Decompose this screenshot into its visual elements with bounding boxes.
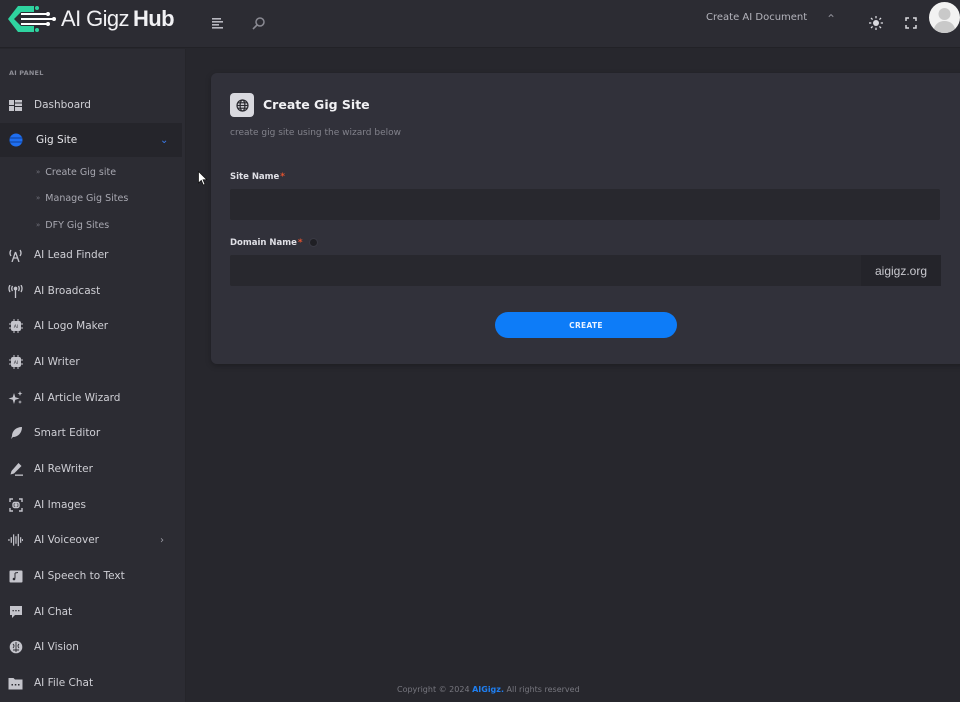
sidebar-item-dashboard[interactable]: Dashboard	[0, 88, 185, 122]
svg-text:AI: AI	[13, 324, 17, 330]
globe-icon	[8, 133, 23, 148]
sun-icon[interactable]	[865, 12, 887, 34]
sidebar-subitem-manage-gig-sites[interactable]: » Manage Gig Sites	[36, 188, 128, 208]
sparkles-icon	[8, 391, 23, 406]
sidebar-item-ai-chat[interactable]: AI Chat	[0, 595, 185, 629]
fullscreen-icon[interactable]	[900, 12, 922, 34]
menu-lines-icon[interactable]	[207, 12, 229, 34]
bullet-icon: »	[36, 194, 41, 202]
required-marker: *	[280, 172, 286, 182]
pencil-icon	[8, 462, 23, 477]
sidebar-item-label: AI Broadcast	[34, 285, 101, 297]
sidebar-item-ai-voiceover[interactable]: AI Voiceover ›	[0, 523, 185, 557]
sidebar-item-label: AI Article Wizard	[34, 392, 121, 404]
footer-copyright: Copyright © 2024 AIGigz. All rights rese…	[397, 685, 580, 694]
sidebar-item-label: AI Chat	[34, 606, 73, 618]
broadcast-icon	[8, 284, 23, 299]
chevron-down-icon: ⌄	[160, 134, 169, 146]
sidebar-item-label: AI Speech to Text	[34, 570, 125, 582]
image-scan-icon	[8, 498, 23, 513]
create-gig-site-card: Create Gig Site create gig site using th…	[211, 73, 960, 364]
ai-chip-icon: AI	[8, 355, 23, 370]
brand-suffix: Hub	[132, 6, 175, 31]
top-header: AI Gigz Hub Create AI Document ⌃	[0, 0, 960, 48]
footer-brand-link[interactable]: AIGigz.	[472, 685, 504, 694]
sidebar-item-ai-speech-to-text[interactable]: AI Speech to Text	[0, 559, 185, 593]
globe-icon	[230, 93, 254, 117]
required-marker: *	[297, 238, 303, 248]
subitem-label: DFY Gig Sites	[45, 219, 110, 231]
footer-prefix: Copyright © 2024	[397, 685, 473, 694]
sidebar-item-ai-broadcast[interactable]: AI Broadcast	[0, 274, 185, 308]
user-silhouette-icon	[933, 8, 956, 33]
site-name-input[interactable]	[230, 189, 940, 220]
sidebar-item-gig-site[interactable]: Gig Site ⌄	[0, 123, 182, 157]
sidebar-item-label: AI Images	[34, 499, 86, 511]
sidebar-item-ai-vision[interactable]: AI Vision	[0, 630, 185, 664]
info-icon[interactable]	[308, 238, 318, 247]
user-avatar[interactable]	[929, 2, 960, 33]
sidebar-item-label: AI Vision	[34, 641, 79, 653]
site-name-label-text: Site Name	[230, 172, 280, 182]
card-subtitle: create gig site using the wizard below	[230, 128, 401, 138]
folder-chat-icon	[8, 676, 23, 691]
chevron-right-icon: ›	[160, 534, 164, 546]
sidebar-item-ai-file-chat[interactable]: AI File Chat	[0, 666, 185, 700]
bullet-icon: »	[36, 221, 41, 229]
create-ai-document-button[interactable]: Create AI Document	[706, 12, 807, 23]
create-button[interactable]: CREATE	[495, 312, 677, 338]
sidebar-item-ai-logo-maker[interactable]: AI AI Logo Maker	[0, 309, 185, 343]
sidebar-item-label: AI Writer	[34, 356, 80, 368]
domain-suffix: aigigz.org	[861, 255, 941, 286]
panel-label: AI PANEL	[9, 69, 44, 77]
dashboard-icon	[8, 98, 23, 113]
brain-icon	[8, 640, 23, 655]
card-title: Create Gig Site	[263, 97, 370, 112]
brand-prefix: AI Gigz	[61, 6, 130, 31]
sidebar-item-label: Gig Site	[36, 134, 78, 146]
subitem-label: Create Gig site	[45, 166, 117, 178]
sidebar-item-label: Smart Editor	[34, 427, 101, 439]
feather-icon	[8, 426, 23, 441]
svg-text:AI: AI	[13, 360, 17, 366]
sidebar: AI PANEL Dashboard Gig Site ⌄ » Create Gi…	[0, 49, 186, 702]
brand-name: AI Gigz Hub	[61, 6, 175, 32]
audio-file-icon	[8, 569, 23, 584]
sidebar-item-label: AI Lead Finder	[34, 249, 109, 261]
antenna-icon	[8, 248, 23, 263]
sidebar-item-label: AI Logo Maker	[34, 320, 109, 332]
sidebar-subitem-create-gig-site[interactable]: » Create Gig site	[36, 162, 116, 182]
brand-logo[interactable]: AI Gigz Hub	[4, 3, 175, 35]
domain-name-label-text: Domain Name	[230, 238, 297, 248]
chevron-up-icon[interactable]: ⌃	[826, 12, 836, 26]
sidebar-item-ai-lead-finder[interactable]: AI Lead Finder	[0, 238, 185, 272]
sidebar-item-label: AI File Chat	[34, 677, 94, 689]
sidebar-item-ai-article-wizard[interactable]: AI Article Wizard	[0, 381, 185, 415]
circuit-logo-icon	[8, 6, 56, 32]
domain-name-label: Domain Name*	[230, 238, 318, 248]
search-icon[interactable]	[247, 12, 269, 34]
sidebar-item-label: AI ReWriter	[34, 463, 93, 475]
sidebar-item-label: AI Voiceover	[34, 534, 99, 546]
sidebar-item-ai-rewriter[interactable]: AI ReWriter	[0, 452, 185, 486]
domain-name-input[interactable]	[230, 255, 870, 286]
chat-bubble-icon	[8, 605, 23, 620]
site-name-label: Site Name*	[230, 172, 285, 182]
sidebar-subitem-dfy-gig-sites[interactable]: » DFY Gig Sites	[36, 215, 109, 235]
sidebar-item-ai-images[interactable]: AI Images	[0, 488, 185, 522]
mouse-cursor-icon	[198, 171, 208, 186]
sidebar-item-label: Dashboard	[34, 99, 91, 111]
footer-suffix: All rights reserved	[503, 685, 580, 694]
waveform-icon	[8, 533, 23, 548]
sidebar-item-smart-editor[interactable]: Smart Editor	[0, 416, 185, 450]
subitem-label: Manage Gig Sites	[45, 192, 129, 204]
sidebar-item-ai-writer[interactable]: AI AI Writer	[0, 345, 185, 379]
bullet-icon: »	[36, 168, 41, 176]
ai-chip-icon: AI	[8, 319, 23, 334]
